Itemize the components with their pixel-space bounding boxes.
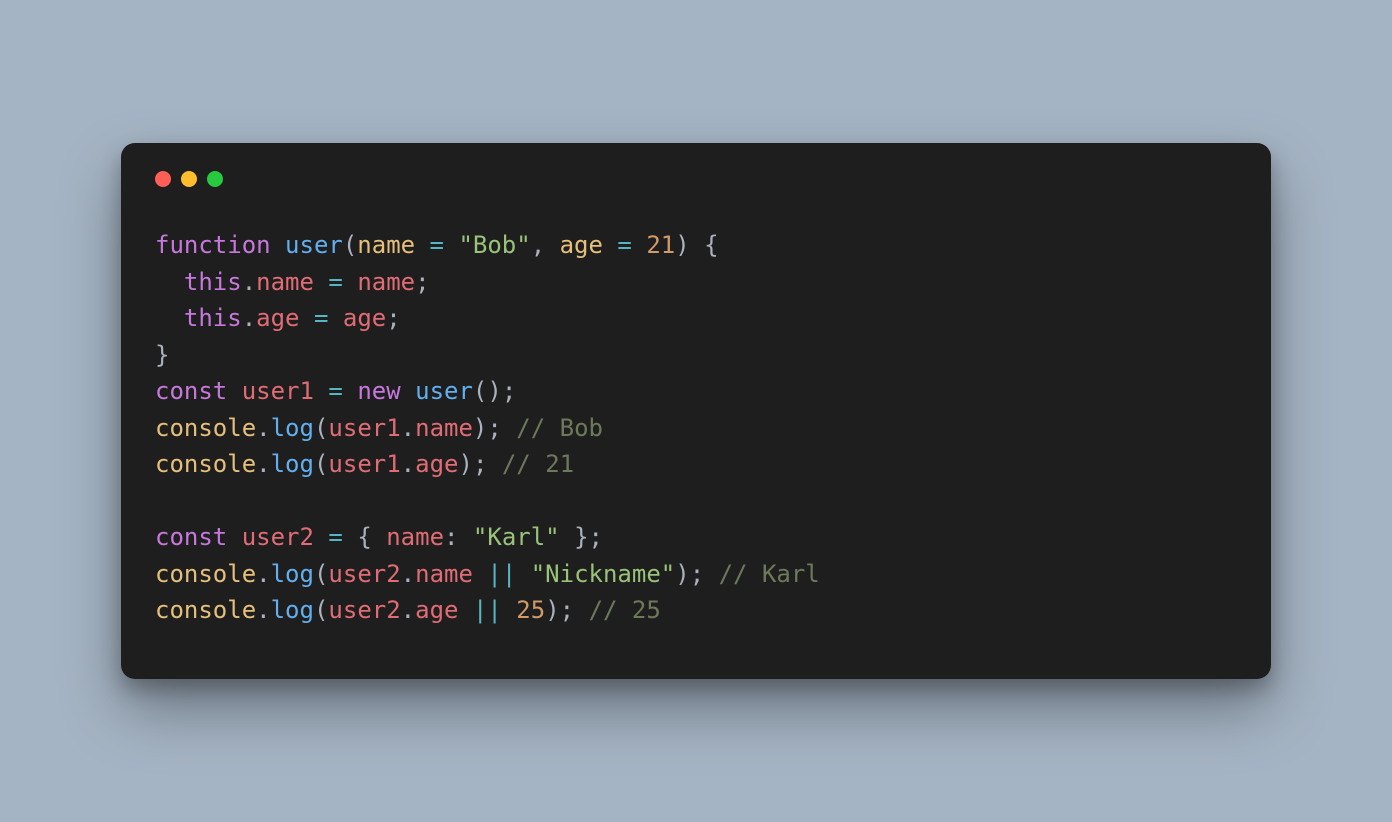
semicolon: ; — [415, 268, 429, 296]
semicolon: ; — [690, 560, 704, 588]
dot: . — [256, 450, 270, 478]
param-name: name — [357, 231, 415, 259]
log-fn: log — [271, 560, 314, 588]
operator-eq: = — [430, 231, 444, 259]
dot: . — [401, 414, 415, 442]
arg-user1: user1 — [328, 450, 400, 478]
console-obj: console — [155, 414, 256, 442]
ctor-user: user — [415, 377, 473, 405]
var-user2: user2 — [242, 523, 314, 551]
arg-user1: user1 — [328, 414, 400, 442]
arg-user2: user2 — [328, 596, 400, 624]
keyword-const: const — [155, 377, 227, 405]
maximize-icon[interactable] — [207, 171, 223, 187]
window-titlebar — [155, 171, 1237, 187]
paren-open: ( — [314, 560, 328, 588]
keyword-function: function — [155, 231, 271, 259]
keyword-this: this — [184, 268, 242, 296]
paren-close: ) — [487, 377, 501, 405]
paren-open: ( — [473, 377, 487, 405]
brace-open: { — [357, 523, 371, 551]
semicolon: ; — [487, 414, 501, 442]
string-karl: "Karl" — [473, 523, 560, 551]
paren-close: ) — [675, 560, 689, 588]
semicolon: ; — [502, 377, 516, 405]
dot: . — [256, 560, 270, 588]
operator-eq: = — [328, 377, 342, 405]
string-nickname: "Nickname" — [531, 560, 676, 588]
prop-name: name — [256, 268, 314, 296]
prop-name: name — [415, 414, 473, 442]
dot: . — [242, 304, 256, 332]
paren-open: ( — [314, 414, 328, 442]
brace-open: { — [704, 231, 718, 259]
paren-open: ( — [343, 231, 357, 259]
function-name: user — [285, 231, 343, 259]
console-obj: console — [155, 450, 256, 478]
colon: : — [444, 523, 458, 551]
console-obj: console — [155, 596, 256, 624]
prop-name: name — [415, 560, 473, 588]
semicolon: ; — [589, 523, 603, 551]
prop-age: age — [415, 450, 458, 478]
var-user1: user1 — [242, 377, 314, 405]
brace-close: } — [574, 523, 588, 551]
comment-bob: // Bob — [516, 414, 603, 442]
keyword-new: new — [357, 377, 400, 405]
minimize-icon[interactable] — [181, 171, 197, 187]
paren-close: ) — [458, 450, 472, 478]
number-25: 25 — [516, 596, 545, 624]
comment-karl: // Karl — [719, 560, 820, 588]
operator-eq: = — [617, 231, 631, 259]
log-fn: log — [271, 414, 314, 442]
paren-close: ) — [545, 596, 559, 624]
rhs-age: age — [343, 304, 386, 332]
dot: . — [401, 560, 415, 588]
paren-close: ) — [675, 231, 689, 259]
keyword-const: const — [155, 523, 227, 551]
paren-open: ( — [314, 450, 328, 478]
rhs-name: name — [357, 268, 415, 296]
operator-eq: = — [328, 523, 342, 551]
dot: . — [242, 268, 256, 296]
dot: . — [401, 450, 415, 478]
comment-21: // 21 — [502, 450, 574, 478]
keyword-this: this — [184, 304, 242, 332]
log-fn: log — [271, 596, 314, 624]
paren-close: ) — [473, 414, 487, 442]
log-fn: log — [271, 450, 314, 478]
operator-or: || — [473, 596, 502, 624]
key-name: name — [386, 523, 444, 551]
dot: . — [256, 596, 270, 624]
number-21: 21 — [646, 231, 675, 259]
brace-close: } — [155, 341, 169, 369]
string-bob: "Bob" — [458, 231, 530, 259]
dot: . — [256, 414, 270, 442]
code-window: function user(name = "Bob", age = 21) { … — [121, 143, 1271, 678]
operator-eq: = — [314, 304, 328, 332]
operator-eq: = — [328, 268, 342, 296]
paren-open: ( — [314, 596, 328, 624]
close-icon[interactable] — [155, 171, 171, 187]
comment-25: // 25 — [589, 596, 661, 624]
semicolon: ; — [386, 304, 400, 332]
prop-age: age — [256, 304, 299, 332]
semicolon: ; — [560, 596, 574, 624]
code-block: function user(name = "Bob", age = 21) { … — [155, 227, 1237, 628]
arg-user2: user2 — [328, 560, 400, 588]
operator-or: || — [487, 560, 516, 588]
prop-age: age — [415, 596, 458, 624]
console-obj: console — [155, 560, 256, 588]
semicolon: ; — [473, 450, 487, 478]
dot: . — [401, 596, 415, 624]
param-age: age — [560, 231, 603, 259]
comma: , — [531, 231, 545, 259]
